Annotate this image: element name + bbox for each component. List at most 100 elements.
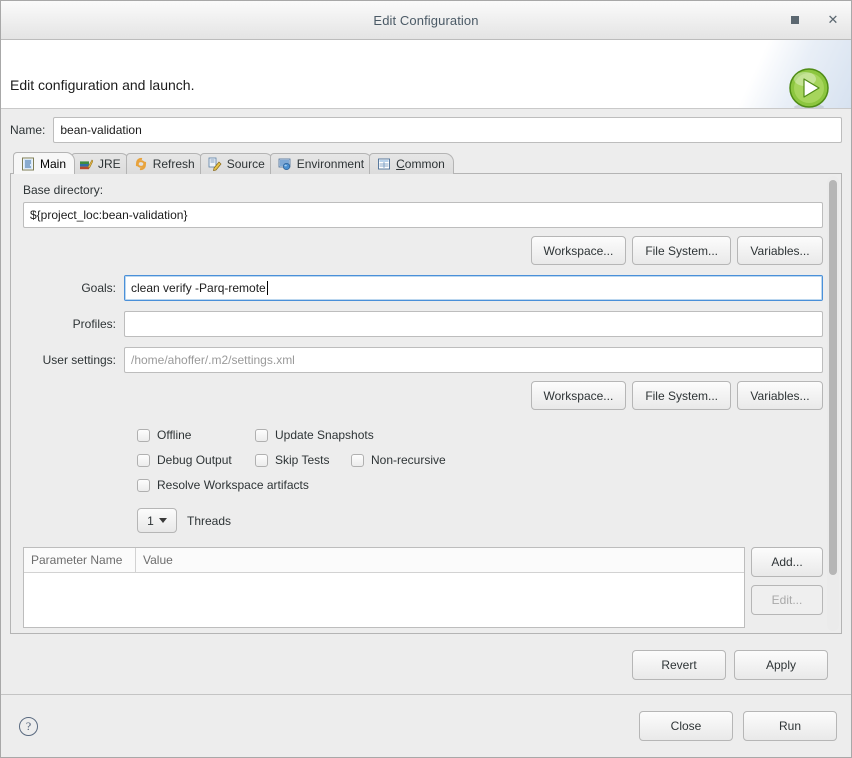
run-button[interactable]: Run [743,711,837,741]
checkbox-non-recursive-box[interactable] [351,453,364,467]
checkbox-debug-output-box[interactable] [137,453,150,467]
checkbox-resolve-workspace-artifacts-box[interactable] [137,478,150,492]
user-settings-buttons: Workspace... File System... Variables... [23,381,823,410]
checkbox-row-2: Debug Output Skip Tests Non-recursive [137,453,827,467]
checkbox-debug-output-label: Debug Output [157,453,232,467]
checkbox-resolve-workspace-artifacts[interactable]: Resolve Workspace artifacts [137,478,309,492]
parameters-table-buttons: Add... Edit... [751,547,823,615]
tab-jre[interactable]: JRE [71,153,130,174]
checkbox-skip-tests[interactable]: Skip Tests [255,453,351,467]
user-settings-row: User settings: /home/ahoffer/.m2/setting… [23,347,823,373]
workspace-button-bottom[interactable]: Workspace... [530,381,627,410]
tab-environment-label: Environment [296,157,365,171]
goals-value: clean verify -Parq-remote [131,281,266,295]
base-directory-input[interactable]: ${project_loc:bean-validation} [23,202,823,228]
chevron-down-icon [158,518,167,523]
goals-input[interactable]: clean verify -Parq-remote [124,275,823,301]
workspace-button-top[interactable]: Workspace... [530,236,627,265]
checkbox-skip-tests-box[interactable] [255,453,268,467]
close-icon[interactable]: ✕ [825,12,841,28]
variables-button-bottom[interactable]: Variables... [737,381,823,410]
user-settings-input[interactable]: /home/ahoffer/.m2/settings.xml [124,347,823,373]
tab-jre-label: JRE [98,157,121,171]
run-launch-icon [789,68,829,108]
parameters-table-body[interactable] [24,573,744,627]
banner-title: Edit configuration and launch. [10,77,195,93]
tab-environment[interactable]: Environment [269,153,374,174]
apply-button[interactable]: Apply [734,650,828,680]
profiles-row: Profiles: [23,311,823,337]
checkbox-row-1: Offline Update Snapshots [137,428,827,442]
checkbox-offline[interactable]: Offline [137,428,255,442]
help-icon[interactable]: ? [19,716,38,736]
main-tab-content: Base directory: ${project_loc:bean-valid… [11,174,841,633]
checkbox-update-snapshots-box[interactable] [255,428,268,442]
close-button[interactable]: Close [639,711,733,741]
revert-button[interactable]: Revert [632,650,726,680]
column-parameter-name: Parameter Name [24,548,136,572]
edit-configuration-dialog: Edit Configuration ✕ Edit configuration … [0,0,852,758]
parameters-table[interactable]: Parameter Name Value [23,547,745,628]
revert-apply-row: Revert Apply [10,634,842,694]
name-input[interactable]: bean-validation [53,117,842,143]
refresh-tab-icon [135,157,146,171]
main-tab-icon [22,157,34,170]
threads-dropdown[interactable]: 1 [137,508,177,533]
column-value: Value [143,553,173,567]
tab-refresh-label: Refresh [152,157,195,171]
checkbox-offline-label: Offline [157,428,192,442]
checkbox-row-3: Resolve Workspace artifacts [137,478,827,492]
maximize-icon[interactable] [787,12,803,28]
window-controls: ✕ [787,1,841,39]
dialog-body: Name: bean-validation Main JRE Refresh S… [1,109,851,694]
checkbox-debug-output[interactable]: Debug Output [137,453,255,467]
window-title: Edit Configuration [373,12,479,28]
threads-row: 1 Threads [137,508,827,533]
tab-common[interactable]: Common [369,153,454,174]
options-checkboxes: Offline Update Snapshots Debug Output Sk… [137,428,827,533]
checkbox-resolve-workspace-artifacts-label: Resolve Workspace artifacts [157,478,309,492]
parameters-area: Parameter Name Value Add... Edit... [23,547,823,628]
dialog-footer: ? Close Run [1,694,851,757]
file-system-button-top[interactable]: File System... [632,236,731,265]
name-label: Name: [10,123,46,137]
scrollbar-thumb[interactable] [829,180,837,575]
tab-source-label: Source [226,157,265,171]
tab-common-label: Common [396,157,445,171]
checkbox-skip-tests-label: Skip Tests [275,453,330,467]
threads-value: 1 [147,513,154,528]
checkbox-update-snapshots-label: Update Snapshots [275,428,374,442]
name-row: Name: bean-validation [10,117,842,143]
footer-buttons: Close Run [639,711,837,741]
checkbox-non-recursive-label: Non-recursive [371,453,446,467]
goals-row: Goals: clean verify -Parq-remote [23,275,823,301]
base-directory-buttons: Workspace... File System... Variables... [23,236,823,265]
checkbox-update-snapshots[interactable]: Update Snapshots [255,428,374,442]
vertical-scrollbar[interactable] [827,176,839,631]
tab-main-label: Main [40,156,67,171]
parameters-table-header: Parameter Name Value [24,548,744,573]
profiles-input[interactable] [124,311,823,337]
variables-button-top[interactable]: Variables... [737,236,823,265]
edit-parameter-button: Edit... [751,585,823,615]
checkbox-non-recursive[interactable]: Non-recursive [351,453,446,467]
text-caret [266,281,268,295]
main-tab-panel: Base directory: ${project_loc:bean-valid… [10,173,842,634]
goals-label: Goals: [81,281,116,295]
file-system-button-bottom[interactable]: File System... [632,381,731,410]
title-bar: Edit Configuration ✕ [1,1,851,40]
tab-refresh[interactable]: Refresh [125,153,204,174]
jre-tab-icon [80,159,94,170]
base-directory-label: Base directory: [23,183,104,197]
profiles-label: Profiles: [72,317,116,331]
environment-tab-icon [278,158,291,171]
checkbox-offline-box[interactable] [137,428,150,442]
threads-label: Threads [187,513,232,528]
common-tab-icon [378,158,391,170]
tab-strip: Main JRE Refresh Source Environment Comm… [10,152,842,174]
source-tab-icon [208,157,222,171]
tab-main[interactable]: Main [13,152,76,174]
user-settings-label: User settings: [42,353,116,367]
add-parameter-button[interactable]: Add... [751,547,823,577]
tab-source[interactable]: Source [199,153,274,174]
